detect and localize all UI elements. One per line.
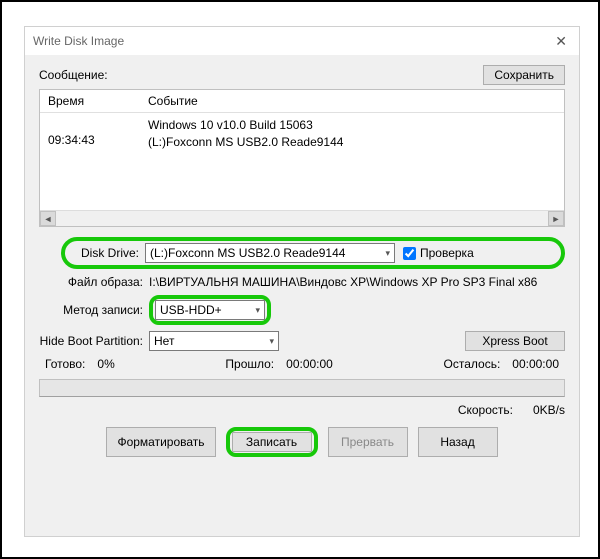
scroll-left-icon[interactable]: ◄ <box>40 211 56 226</box>
image-file-value: I:\ВИРТУАЛЬНЯ МАШИНА\Виндовс ХР\Windows … <box>149 275 565 289</box>
chevron-down-icon: ▾ <box>269 336 274 347</box>
disk-drive-select[interactable]: (L:)Foxconn MS USB2.0 Reade9144 ▾ <box>145 243 395 263</box>
disk-drive-label: Disk Drive: <box>71 246 145 260</box>
write-method-label: Метод записи: <box>39 303 149 317</box>
window-title: Write Disk Image <box>33 34 551 48</box>
log-col-time: Время <box>48 94 148 108</box>
log-event-line: Windows 10 v10.0 Build 15063 <box>148 117 556 134</box>
hide-boot-label: Hide Boot Partition: <box>39 334 149 348</box>
back-button[interactable]: Назад <box>418 427 498 457</box>
write-disk-image-window: Write Disk Image ✕ Сообщение: Сохранить … <box>24 26 580 537</box>
log-event-line: (L:)Foxconn MS USB2.0 Reade9144 <box>148 134 556 151</box>
progress-bar <box>39 379 565 397</box>
image-file-label: Файл образа: <box>39 275 149 289</box>
log-time: 09:34:43 <box>48 117 148 151</box>
horizontal-scrollbar[interactable]: ◄ ► <box>40 210 564 226</box>
verify-label: Проверка <box>420 246 474 260</box>
message-label: Сообщение: <box>39 68 108 82</box>
elapsed-label: Прошло: <box>225 357 274 371</box>
write-method-select[interactable]: USB-HDD+ ▾ <box>155 300 265 320</box>
speed-value: 0KB/s <box>533 403 565 417</box>
remaining-label: Осталось: <box>444 357 501 371</box>
save-button[interactable]: Сохранить <box>483 65 565 85</box>
disk-drive-value: (L:)Foxconn MS USB2.0 Reade9144 <box>150 246 345 260</box>
hide-boot-select[interactable]: Нет ▾ <box>149 331 279 351</box>
verify-checkbox[interactable]: Проверка <box>403 246 474 260</box>
hide-boot-value: Нет <box>154 334 174 348</box>
titlebar: Write Disk Image ✕ <box>25 27 579 55</box>
ready-label: Готово: <box>45 357 85 371</box>
xpress-boot-button[interactable]: Xpress Boot <box>465 331 565 351</box>
speed-label: Скорость: <box>458 403 513 417</box>
log-area: Время Событие 09:34:43 Windows 10 v10.0 … <box>39 89 565 227</box>
verify-checkbox-input[interactable] <box>403 247 416 260</box>
log-col-event: Событие <box>148 94 556 108</box>
elapsed-value: 00:00:00 <box>286 357 333 371</box>
write-method-value: USB-HDD+ <box>160 303 222 317</box>
ready-value: 0% <box>97 357 114 371</box>
abort-button[interactable]: Прервать <box>328 427 408 457</box>
scroll-right-icon[interactable]: ► <box>548 211 564 226</box>
write-button[interactable]: Записать <box>232 432 312 452</box>
chevron-down-icon: ▾ <box>385 248 390 259</box>
close-icon[interactable]: ✕ <box>551 33 571 50</box>
log-row: 09:34:43 Windows 10 v10.0 Build 15063 (L… <box>40 113 564 155</box>
remaining-value: 00:00:00 <box>512 357 559 371</box>
format-button[interactable]: Форматировать <box>106 427 215 457</box>
chevron-down-icon: ▾ <box>255 305 260 316</box>
